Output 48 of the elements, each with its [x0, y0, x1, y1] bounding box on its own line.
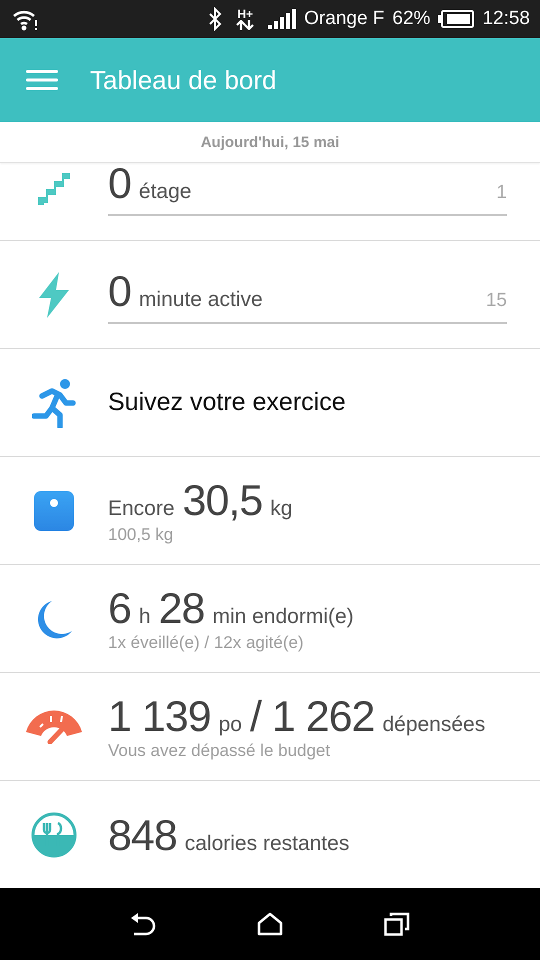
value-number: 1 139 [108, 696, 211, 739]
date-label: Aujourd'hui, 15 mai [200, 134, 340, 150]
runner-icon [32, 378, 76, 428]
dashboard-tile[interactable]: 1 139 po / 1 262 dépensées Vous avez dépassé le budget [0, 673, 540, 781]
unit-label: po [218, 713, 242, 737]
data-arrows-icon [236, 20, 254, 30]
battery-percent: 62% [392, 8, 430, 30]
unit-label: h [138, 605, 151, 629]
plate-cutlery-icon [31, 812, 77, 858]
scale-icon [34, 490, 74, 530]
unit-label: min endormi(e) [212, 605, 354, 629]
value-number: 0 [108, 163, 131, 206]
dashboard-tile[interactable]: 0 minute active 15 [0, 241, 540, 349]
battery-icon [438, 10, 474, 28]
screen-title: Tableau de bord [90, 64, 276, 96]
home-icon [256, 912, 283, 936]
tile-label: Suivez votre exercice [108, 388, 347, 417]
bluetooth-icon [208, 7, 222, 31]
goal-target: 1 [496, 182, 507, 204]
unit-label: calories restantes [184, 832, 350, 856]
value-number: / 1 262 [250, 696, 374, 739]
value-number: 848 [108, 815, 177, 858]
recent-apps-icon [384, 912, 410, 936]
dashboard-tile[interactable]: 6 h 28 min endormi(e) 1x éveillé(e) / 12x agité(e) [0, 565, 540, 673]
goal-target: 15 [486, 290, 507, 312]
back-icon [130, 912, 156, 936]
value-number: 28 [158, 588, 204, 631]
gauge-icon [25, 710, 83, 744]
tile-subtitle: 1x éveillé(e) / 12x agité(e) [108, 633, 305, 653]
dashboard-tile[interactable]: Encore 30,5 kg 100,5 kg [0, 457, 540, 565]
clock-time: 12:58 [482, 8, 530, 30]
unit-label: Encore [108, 497, 175, 521]
unit-label: dépensées [382, 713, 486, 737]
signal-icon [268, 9, 296, 29]
lightning-bolt-icon [37, 270, 71, 318]
value-number: 30,5 [182, 480, 262, 523]
network-type-label: H+ [237, 8, 253, 20]
unit-label: minute active [138, 288, 263, 312]
value-number: 6 [108, 588, 131, 631]
carrier-label: Orange F [304, 8, 384, 30]
unit-label: kg [270, 497, 292, 521]
menu-icon [26, 69, 58, 91]
unit-label: étage [138, 180, 192, 204]
tile-subtitle: Vous avez dépassé le budget [108, 741, 332, 761]
value-number: 0 [108, 271, 131, 314]
dashboard-tile[interactable]: 0 étage 1 [0, 163, 540, 241]
tile-subtitle: 100,5 kg [108, 525, 174, 545]
dashboard-tile[interactable]: Suivez votre exercice [0, 349, 540, 457]
